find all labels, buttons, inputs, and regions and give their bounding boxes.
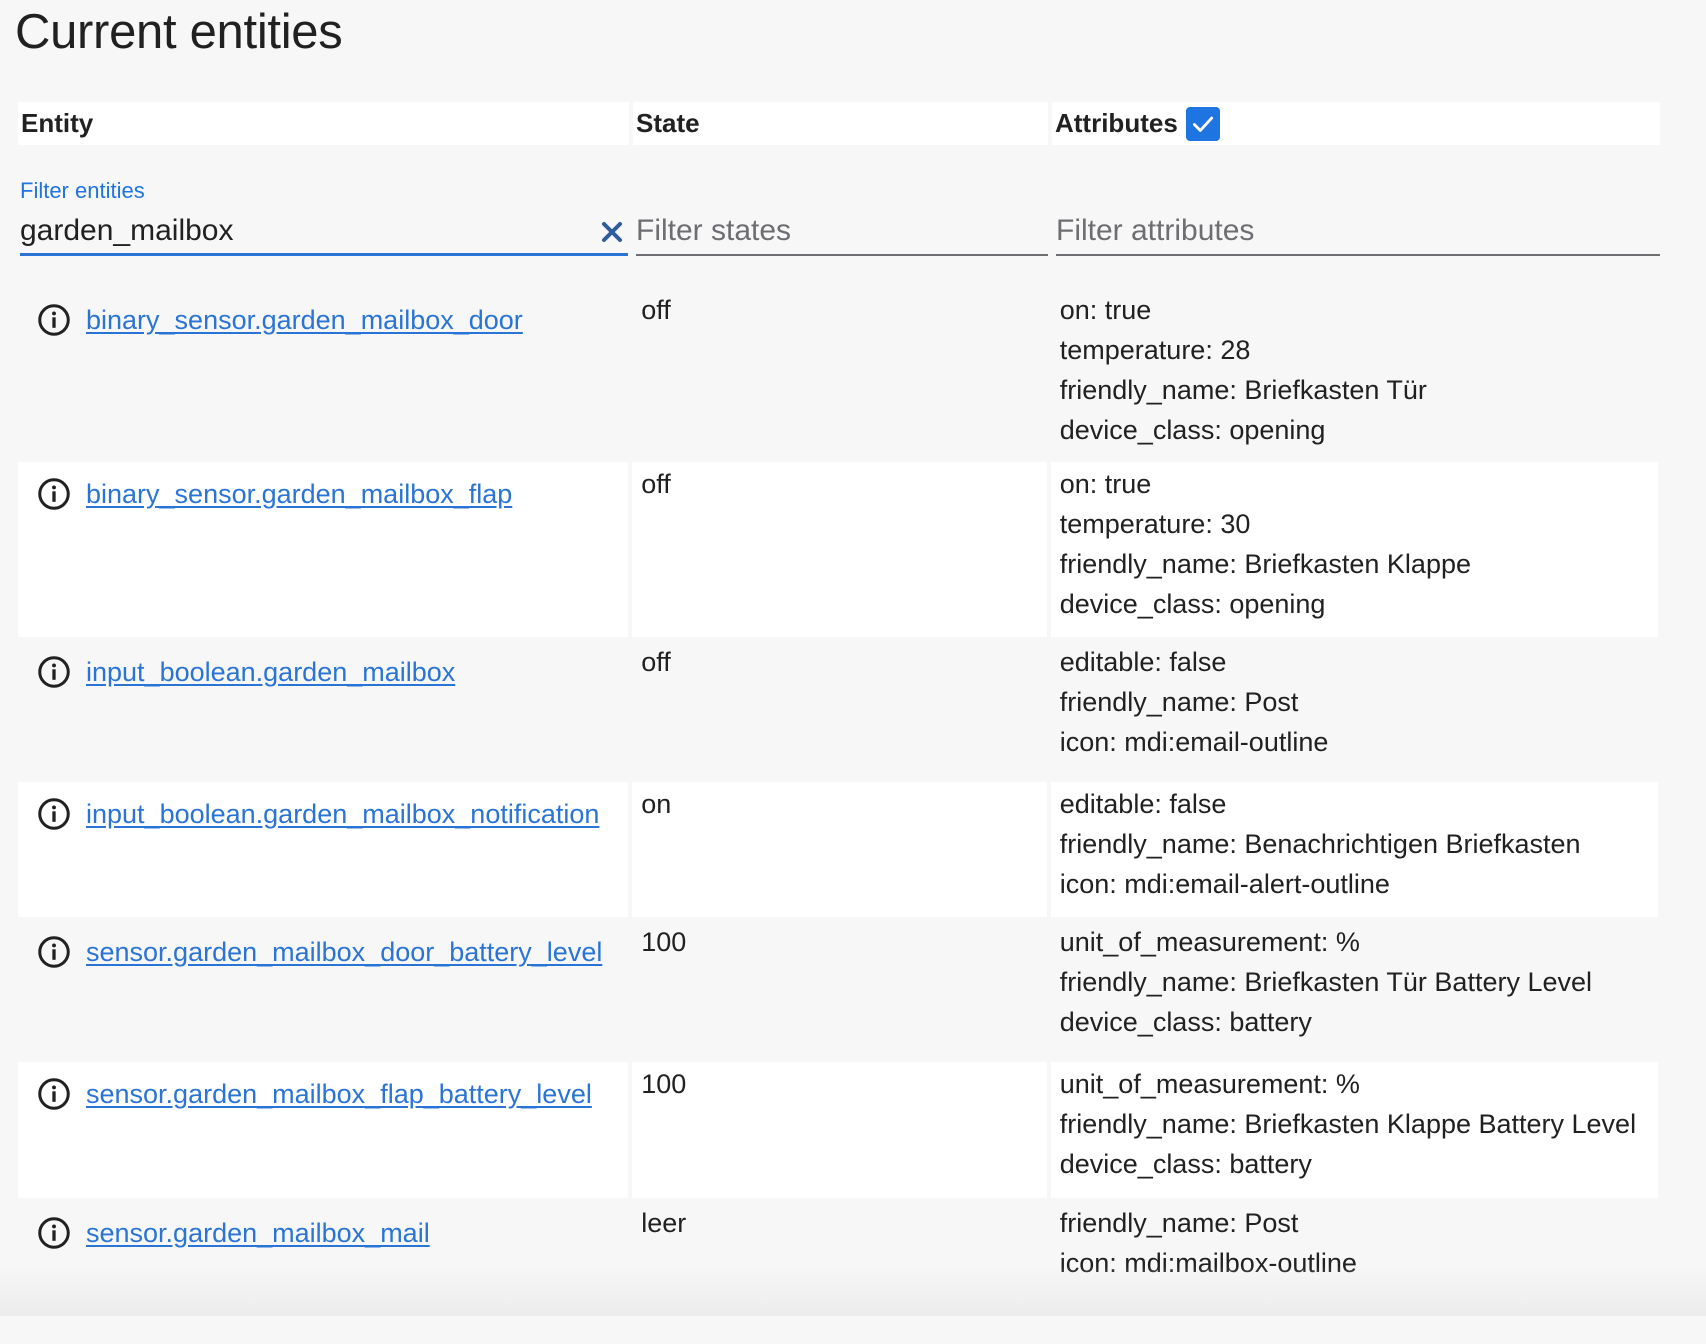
state-cell: on	[632, 782, 1047, 917]
filter-bar: Filter entities	[20, 170, 1660, 260]
attribute-line: on: true	[1059, 469, 1152, 499]
attribute-line: friendly_name: Briefkasten Tür	[1059, 375, 1427, 405]
attributes-cell: friendly_name: Post icon: mdi:mailbox-out…	[1051, 1201, 1658, 1341]
filter-entities-input[interactable]	[20, 208, 628, 256]
attribute-line: friendly_name: Briefkasten Tür Battery L…	[1059, 967, 1593, 997]
info-icon[interactable]	[36, 934, 72, 970]
entity-link[interactable]: binary_sensor.garden_mailbox_door	[86, 300, 523, 340]
check-icon	[1192, 116, 1213, 132]
info-icon[interactable]	[36, 302, 72, 338]
entity-link[interactable]: input_boolean.garden_mailbox_notificatio…	[86, 794, 599, 834]
info-icon[interactable]	[36, 1215, 72, 1251]
attribute-line: friendly_name: Post	[1059, 1208, 1299, 1238]
table-row: sensor.garden_mailbox_door_battery_level…	[18, 920, 1662, 1059]
attribute-line: icon: mdi:mailbox-outline	[1059, 1248, 1357, 1278]
attribute-line: device_class: battery	[1059, 1007, 1312, 1037]
attributes-cell: editable: false friendly_name: Post icon: …	[1051, 640, 1658, 779]
attributes-cell: on: true temperature: 28 friendly_name: Br…	[1051, 288, 1658, 459]
attribute-line: temperature: 30	[1059, 509, 1251, 539]
header-entity: Entity	[18, 102, 629, 145]
attributes-cell: unit_of_measurement: % friendly_name: Bri…	[1050, 1062, 1658, 1198]
state-cell: 100	[641, 927, 687, 957]
filter-entities-label: Filter entities	[20, 178, 145, 203]
entity-link[interactable]: sensor.garden_mailbox_flap_battery_level	[86, 1074, 592, 1114]
attribute-line: friendly_name: Briefkasten Klappe Batter…	[1059, 1109, 1637, 1139]
state-cell: 100	[632, 1062, 1047, 1198]
entity-cell: sensor.garden_mailbox_flap_battery_level	[18, 1062, 629, 1198]
attribute-line: friendly_name: Benachrichtigen Briefkast…	[1059, 829, 1581, 859]
info-icon[interactable]	[36, 476, 72, 512]
attributes-cell: unit_of_measurement: % friendly_name: Bri…	[1051, 920, 1658, 1059]
table-row: binary_sensor.garden_mailbox_flap off on…	[18, 462, 1662, 637]
entity-cell: binary_sensor.garden_mailbox_door	[18, 288, 628, 459]
table-row: binary_sensor.garden_mailbox_door off on…	[18, 288, 1662, 459]
entity-link[interactable]: input_boolean.garden_mailbox	[86, 652, 455, 692]
entity-cell: input_boolean.garden_mailbox_notificatio…	[18, 782, 629, 917]
state-cell: off	[641, 647, 671, 677]
table-row: sensor.garden_mailbox_flap_battery_level…	[18, 1062, 1662, 1198]
attribute-line: icon: mdi:email-outline	[1059, 727, 1329, 757]
attributes-checkbox[interactable]	[1185, 106, 1220, 141]
state-cell: off	[641, 295, 671, 325]
entity-cell: input_boolean.garden_mailbox	[18, 640, 628, 779]
table-row: input_boolean.garden_mailbox_notificatio…	[18, 782, 1662, 917]
attribute-line: device_class: battery	[1059, 1149, 1312, 1179]
state-cell: leer	[641, 1208, 687, 1238]
entity-link[interactable]: sensor.garden_mailbox_door_battery_level	[86, 932, 602, 972]
header-attributes: Attributes	[1052, 102, 1660, 145]
attribute-line: editable: false	[1059, 789, 1227, 819]
table-header: Entity State Attributes	[18, 102, 1664, 145]
attribute-line: friendly_name: Post	[1059, 687, 1299, 717]
info-icon[interactable]	[36, 1076, 72, 1112]
entity-link[interactable]: sensor.garden_mailbox_mail	[86, 1213, 430, 1253]
attributes-cell: on: true temperature: 30 friendly_name: Br…	[1050, 462, 1658, 637]
info-icon[interactable]	[36, 796, 72, 832]
table-row: sensor.garden_mailbox_mail leer friendly…	[18, 1201, 1662, 1341]
info-icon[interactable]	[36, 654, 72, 690]
state-cell: off	[632, 462, 1047, 637]
header-attributes-label: Attributes	[1055, 108, 1178, 138]
attribute-line: on: true	[1059, 295, 1152, 325]
close-icon	[602, 222, 622, 242]
entity-cell: sensor.garden_mailbox_mail	[18, 1201, 628, 1341]
attribute-line: friendly_name: Briefkasten Klappe	[1059, 549, 1471, 579]
attribute-line: icon: mdi:email-alert-outline	[1059, 869, 1390, 899]
entity-cell: binary_sensor.garden_mailbox_flap	[18, 462, 629, 637]
attribute-line: device_class: opening	[1059, 589, 1326, 619]
entity-cell: sensor.garden_mailbox_door_battery_level	[18, 920, 628, 1059]
attribute-line: editable: false	[1059, 647, 1227, 677]
entity-link[interactable]: binary_sensor.garden_mailbox_flap	[86, 474, 512, 514]
attribute-line: unit_of_measurement: %	[1059, 927, 1360, 957]
page-title: Current entities	[15, 5, 343, 59]
attribute-line: temperature: 28	[1059, 335, 1251, 365]
filter-attributes-input[interactable]	[1056, 208, 1660, 256]
attributes-cell: editable: false friendly_name: Benachrich…	[1050, 782, 1658, 917]
clear-filter-button[interactable]	[598, 218, 626, 246]
header-state: State	[633, 102, 1048, 145]
filter-states-input[interactable]	[636, 208, 1048, 256]
table-row: input_boolean.garden_mailbox off editabl…	[18, 640, 1662, 779]
attribute-line: unit_of_measurement: %	[1059, 1069, 1360, 1099]
entity-table: binary_sensor.garden_mailbox_door off on…	[18, 288, 1662, 1344]
attribute-line: device_class: opening	[1059, 415, 1326, 445]
